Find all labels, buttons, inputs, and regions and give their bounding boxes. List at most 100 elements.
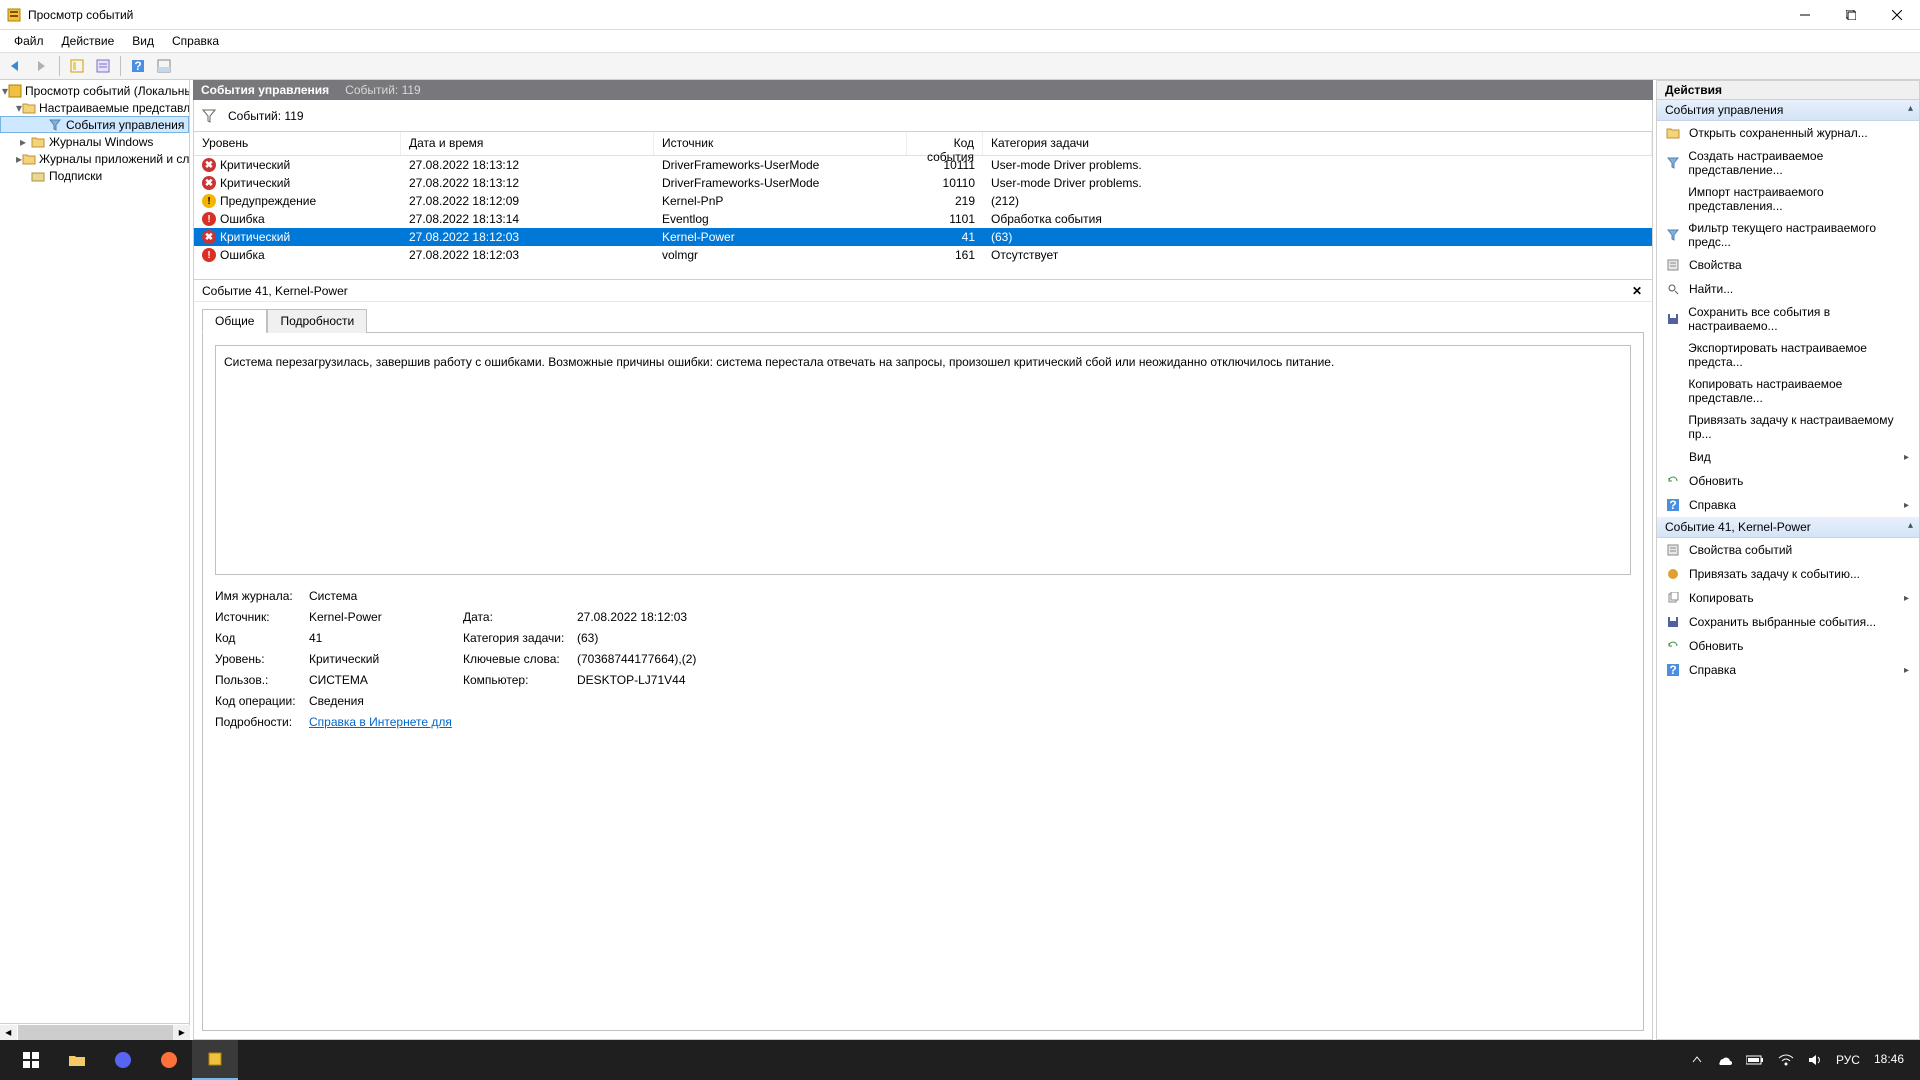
table-row[interactable]: ✖Критический27.08.2022 18:13:12DriverFra… <box>194 174 1652 192</box>
table-row[interactable]: !Предупреждение27.08.2022 18:12:09Kernel… <box>194 192 1652 210</box>
action-item[interactable]: Свойства событий <box>1657 538 1919 562</box>
onedrive-icon[interactable] <box>1716 1054 1732 1066</box>
tab-general[interactable]: Общие <box>202 309 267 333</box>
table-row[interactable]: ✖Критический27.08.2022 18:12:03Kernel-Po… <box>194 228 1652 246</box>
titlebar: Просмотр событий <box>0 0 1920 30</box>
svg-text:?: ? <box>1669 664 1676 676</box>
action-item[interactable]: Найти... <box>1657 277 1919 301</box>
filter-icon <box>1665 155 1680 171</box>
tree-label: Подписки <box>49 169 102 183</box>
action-item[interactable]: Импорт настраиваемого представления... <box>1657 181 1919 217</box>
actions-title: Действия <box>1656 80 1920 100</box>
blank-icon <box>1665 347 1680 363</box>
preview-pane-button[interactable] <box>152 54 176 78</box>
app-icon <box>6 7 22 23</box>
blank-icon <box>1665 419 1680 435</box>
props-icon <box>1665 542 1681 558</box>
battery-icon[interactable] <box>1746 1055 1764 1065</box>
action-item[interactable]: Привязать задачу к событию... <box>1657 562 1919 586</box>
action-item[interactable]: Привязать задачу к настраиваемому пр... <box>1657 409 1919 445</box>
menu-action[interactable]: Действие <box>54 32 123 50</box>
firefox-button[interactable] <box>146 1040 192 1080</box>
col-source[interactable]: Источник <box>654 132 907 155</box>
action-item[interactable]: Копировать <box>1657 586 1919 610</box>
grid-header: Уровень Дата и время Источник Код событи… <box>194 132 1652 156</box>
volume-icon[interactable] <box>1808 1053 1822 1067</box>
actions-section-1[interactable]: События управления <box>1657 100 1919 121</box>
blank-icon <box>1665 191 1680 207</box>
explorer-button[interactable] <box>54 1040 100 1080</box>
tree-label: Журналы Windows <box>49 135 153 149</box>
action-item[interactable]: Открыть сохраненный журнал... <box>1657 121 1919 145</box>
tree-app-logs[interactable]: ▸ Журналы приложений и служб <box>0 150 189 167</box>
tree-root[interactable]: ▾ Просмотр событий (Локальный) <box>0 82 189 99</box>
menu-view[interactable]: Вид <box>124 32 162 50</box>
table-row[interactable]: !Ошибка27.08.2022 18:13:14Eventlog1101Об… <box>194 210 1652 228</box>
find-icon <box>1665 281 1681 297</box>
table-row[interactable]: ✖Критический27.08.2022 18:13:12DriverFra… <box>194 156 1652 174</box>
close-button[interactable] <box>1874 0 1920 30</box>
action-item[interactable]: Сохранить выбранные события... <box>1657 610 1919 634</box>
show-tree-button[interactable] <box>65 54 89 78</box>
event-grid: Уровень Дата и время Источник Код событи… <box>193 132 1653 280</box>
copy-icon <box>1665 590 1681 606</box>
tray-chevron-icon[interactable] <box>1692 1055 1702 1065</box>
preview-pane: Событие 41, Kernel-Power ✕ Общие Подробн… <box>193 280 1653 1040</box>
expand-icon[interactable]: ▸ <box>16 135 30 149</box>
action-item[interactable]: Экспортировать настраиваемое предста... <box>1657 337 1919 373</box>
action-item[interactable]: Вид <box>1657 445 1919 469</box>
col-level[interactable]: Уровень <box>194 132 401 155</box>
properties-button[interactable] <box>91 54 115 78</box>
tree-subscriptions[interactable]: Подписки <box>0 167 189 184</box>
preview-close-button[interactable]: ✕ <box>1628 282 1646 300</box>
wifi-icon[interactable] <box>1778 1054 1794 1066</box>
col-code[interactable]: Код события <box>907 132 983 155</box>
language-indicator[interactable]: РУС <box>1836 1053 1860 1067</box>
action-item[interactable]: Свойства <box>1657 253 1919 277</box>
taskbar: РУС 18:46 <box>0 1040 1920 1080</box>
svg-text:?: ? <box>134 59 141 73</box>
col-category[interactable]: Категория задачи <box>983 132 1652 155</box>
help-button[interactable]: ? <box>126 54 150 78</box>
forward-button[interactable] <box>30 54 54 78</box>
tree-hscrollbar[interactable]: ◂▸ <box>0 1023 190 1040</box>
minimize-button[interactable] <box>1782 0 1828 30</box>
tree-custom-views[interactable]: ▾ Настраиваемые представления <box>0 99 189 116</box>
action-item[interactable]: Обновить <box>1657 469 1919 493</box>
filter-icon <box>47 117 63 133</box>
tree-windows-logs[interactable]: ▸ Журналы Windows <box>0 133 189 150</box>
event-meta: Имя журнала: Система Источник: Kernel-Po… <box>215 589 1631 729</box>
action-item[interactable]: Создать настраиваемое представление... <box>1657 145 1919 181</box>
back-button[interactable] <box>4 54 28 78</box>
action-item[interactable]: Копировать настраиваемое представле... <box>1657 373 1919 409</box>
table-row[interactable]: !Ошибка27.08.2022 18:12:03volmgr161Отсут… <box>194 246 1652 264</box>
col-date[interactable]: Дата и время <box>401 132 654 155</box>
menu-help[interactable]: Справка <box>164 32 227 50</box>
menu-file[interactable]: Файл <box>6 32 52 50</box>
nav-tree[interactable]: ▾ Просмотр событий (Локальный) ▾ Настраи… <box>0 80 190 1040</box>
discord-button[interactable] <box>100 1040 146 1080</box>
preview-title: Событие 41, Kernel-Power <box>202 284 348 298</box>
eventviewer-task-button[interactable] <box>192 1040 238 1080</box>
filter-bar: Событий: 119 <box>193 100 1653 132</box>
actions-section-2[interactable]: Событие 41, Kernel-Power <box>1657 517 1919 538</box>
action-item[interactable]: ?Справка <box>1657 658 1919 682</box>
action-item[interactable]: Сохранить все события в настраиваемо... <box>1657 301 1919 337</box>
action-item[interactable]: Обновить <box>1657 634 1919 658</box>
tree-root-label: Просмотр событий (Локальный) <box>25 84 190 98</box>
grid-body[interactable]: ✖Критический27.08.2022 18:13:12DriverFra… <box>194 156 1652 279</box>
open-icon <box>1665 125 1681 141</box>
maximize-button[interactable] <box>1828 0 1874 30</box>
online-help-link[interactable]: Справка в Интернете для <box>309 715 452 729</box>
clock[interactable]: 18:46 <box>1874 1053 1904 1066</box>
center-header: События управления Событий: 119 <box>193 80 1653 100</box>
tree-admin-events[interactable]: События управления <box>0 116 189 133</box>
tree-label: Журналы приложений и служб <box>39 152 190 166</box>
action-item[interactable]: ?Справка <box>1657 493 1919 517</box>
save-icon <box>1665 614 1681 630</box>
help-icon: ? <box>1665 662 1681 678</box>
blank-icon <box>1665 383 1680 399</box>
start-button[interactable] <box>8 1040 54 1080</box>
tab-details[interactable]: Подробности <box>267 309 367 333</box>
action-item[interactable]: Фильтр текущего настраиваемого предс... <box>1657 217 1919 253</box>
